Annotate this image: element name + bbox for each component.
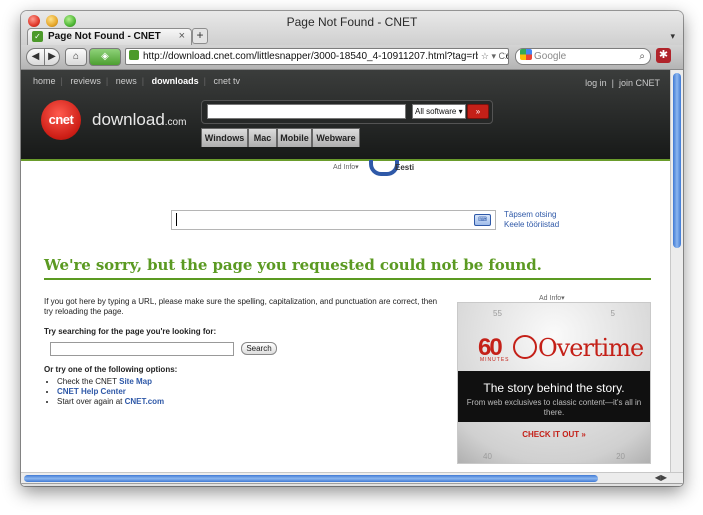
text-caret bbox=[176, 213, 177, 226]
search-icon[interactable]: ⌕ bbox=[639, 49, 645, 64]
search-button[interactable]: Search bbox=[241, 342, 277, 355]
download-logo-text[interactable]: download.com bbox=[92, 110, 186, 130]
search-tool-links: Täpsem otsing Keele tööriistad bbox=[504, 210, 559, 230]
back-button[interactable]: ◀ bbox=[26, 48, 45, 66]
url-favicon-icon bbox=[129, 50, 139, 60]
keyboard-icon[interactable]: ⌨ bbox=[474, 214, 491, 226]
list-item: CNET Help Center bbox=[57, 387, 444, 397]
tab-mobile[interactable]: Mobile bbox=[277, 128, 312, 147]
horizontal-scroll-thumb[interactable] bbox=[24, 475, 598, 482]
eesti-brand-text: Eesti bbox=[395, 163, 415, 172]
status-bar: × ☆☆☆☆☆ ✱ bbox=[21, 483, 683, 486]
try-search-label: Try searching for the page you're lookin… bbox=[44, 327, 217, 336]
tab-label: Page Not Found - CNET bbox=[48, 31, 161, 42]
navigation-toolbar: ◀ ▶ ⌂ ◈ http://download.cnet.com/littles… bbox=[21, 45, 683, 70]
options-list: Check the CNET Site Map CNET Help Center… bbox=[44, 377, 444, 407]
top-ad-info[interactable]: Ad Info▾ bbox=[333, 163, 359, 171]
check-it-out-link[interactable]: CHECK IT OUT » bbox=[458, 430, 650, 439]
account-links: log in | join CNET bbox=[585, 78, 660, 88]
ad-subline: From web exclusives to classic content—i… bbox=[466, 398, 642, 417]
page-viewport: home | reviews | news | downloads | cnet tv … bbox=[21, 70, 670, 472]
tab-list-arrow-icon[interactable]: ▾ bbox=[670, 31, 675, 42]
vertical-scroll-thumb[interactable] bbox=[673, 73, 681, 248]
cnet-search-panel: All software ▾ » bbox=[201, 100, 493, 124]
nav-news[interactable]: news bbox=[116, 76, 137, 86]
minutes-label: MINUTES bbox=[480, 357, 510, 363]
site-map-link[interactable]: Site Map bbox=[119, 377, 152, 386]
cnet-header: home | reviews | news | downloads | cnet tv … bbox=[21, 70, 670, 161]
tab-webware[interactable]: Webware bbox=[312, 128, 360, 147]
join-cnet-link[interactable]: join CNET bbox=[619, 78, 660, 88]
google-icon[interactable] bbox=[520, 49, 532, 60]
ad-message-band: The story behind the story. From web exc… bbox=[458, 371, 650, 422]
list-item: Check the CNET Site Map bbox=[57, 377, 444, 387]
retry-search-input[interactable] bbox=[50, 342, 234, 356]
site-identity-button[interactable]: ◈ bbox=[89, 48, 121, 66]
nav-reviews[interactable]: reviews bbox=[70, 76, 101, 86]
log-in-link[interactable]: log in bbox=[585, 78, 607, 88]
status-addon-icons[interactable]: ☆☆☆☆☆ ✱ bbox=[616, 485, 673, 486]
nav-downloads[interactable]: downloads bbox=[152, 76, 199, 86]
tab-close-icon[interactable]: × bbox=[179, 30, 185, 42]
dial-number: 20 bbox=[616, 452, 625, 461]
overtime-wordmark: Overtime bbox=[538, 334, 644, 362]
error-content: If you got here by typing a URL, please … bbox=[44, 297, 444, 407]
option-text: Check the CNET bbox=[57, 377, 120, 386]
bookmark-star-icon[interactable]: ☆ ▾ C bbox=[477, 49, 505, 64]
side-ad-info[interactable]: Ad Info▾ bbox=[539, 294, 565, 302]
nav-home[interactable]: home bbox=[33, 76, 56, 86]
forward-button[interactable]: ▶ bbox=[44, 48, 60, 66]
select-value: All software bbox=[415, 107, 457, 116]
dial-number: 40 bbox=[483, 452, 492, 461]
stopwatch-icon bbox=[513, 335, 537, 359]
ad-headline: The story behind the story. bbox=[483, 381, 625, 395]
cnet-logo[interactable]: cnet bbox=[41, 100, 81, 140]
cnet-search-button[interactable]: » bbox=[467, 104, 489, 119]
window-title: Page Not Found - CNET bbox=[286, 15, 418, 29]
error-paragraph: If you got here by typing a URL, please … bbox=[44, 297, 438, 316]
top-nav: home | reviews | news | downloads | cnet tv bbox=[33, 76, 240, 86]
vertical-scrollbar[interactable] bbox=[670, 70, 683, 472]
list-item: Start over again at CNET.com bbox=[57, 397, 444, 407]
logo-suffix: .com bbox=[164, 117, 187, 128]
new-tab-button[interactable]: + bbox=[192, 28, 208, 44]
option-text: Start over again at bbox=[57, 397, 125, 406]
tab-mac[interactable]: Mac bbox=[248, 128, 277, 147]
cnet-home-link[interactable]: CNET.com bbox=[125, 397, 165, 406]
eesti-search-input[interactable]: ⌨ bbox=[171, 210, 496, 230]
dial-number: 5 bbox=[610, 309, 615, 318]
browser-window: Page Not Found - CNET ✓ Page Not Found -… bbox=[21, 11, 683, 486]
logo-word: download bbox=[92, 110, 165, 129]
advanced-search-link[interactable]: Täpsem otsing bbox=[504, 210, 559, 220]
retry-search-row: Search bbox=[44, 342, 444, 356]
help-center-link[interactable]: CNET Help Center bbox=[57, 387, 126, 396]
address-bar[interactable]: http://download.cnet.com/littlesnapper/3… bbox=[125, 48, 509, 65]
software-category-select[interactable]: All software ▾ bbox=[412, 104, 466, 119]
dial-number: 55 bbox=[493, 309, 502, 318]
close-statusbar-icon[interactable]: × bbox=[26, 485, 31, 486]
tab-windows[interactable]: Windows bbox=[201, 128, 248, 147]
language-tools-link[interactable]: Keele tööriistad bbox=[504, 220, 559, 230]
nav-cnet-tv[interactable]: cnet tv bbox=[213, 76, 240, 86]
options-label: Or try one of the following options: bbox=[44, 365, 178, 374]
url-text: http://download.cnet.com/littlesnapper/3… bbox=[143, 51, 509, 62]
home-button[interactable]: ⌂ bbox=[65, 48, 87, 66]
scroll-arrows-icon[interactable]: ◀▶ bbox=[655, 473, 667, 482]
tab-page-not-found[interactable]: ✓ Page Not Found - CNET × bbox=[27, 28, 192, 46]
overtime-ad[interactable]: 55 5 60 MINUTES Overtime The story behin… bbox=[457, 302, 651, 464]
cnet-search-input[interactable] bbox=[207, 104, 406, 119]
search-engine-box[interactable]: Google ⌕ bbox=[515, 48, 651, 65]
addon-icon[interactable]: ✱ bbox=[656, 48, 671, 63]
error-heading: We're sorry, but the page you requested … bbox=[44, 256, 651, 280]
cnet-favicon-icon: ✓ bbox=[32, 31, 43, 42]
search-engine-placeholder: Google bbox=[534, 51, 567, 62]
